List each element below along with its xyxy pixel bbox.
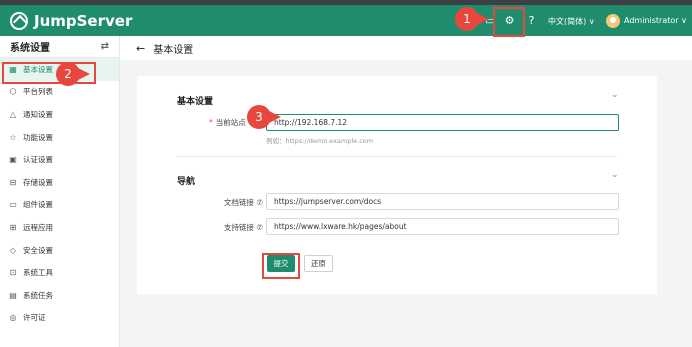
back-arrow-icon[interactable]: ← (136, 42, 145, 55)
bell-icon: △ (9, 109, 17, 119)
sidebar-item[interactable]: ⊡ 系统工具 (0, 261, 119, 284)
required-mark: * (208, 118, 213, 127)
sidebar-title: 系统设置 (10, 43, 50, 54)
collapse-toggle-icon[interactable]: ⇄ (101, 41, 109, 52)
sidebar-menu: ▦ 基本设置 ⬡ 平台列表 △ 通知设置 ☆ 功能设置 ▣ 认证设置 ⊟ 存储设置 ▭ 组件设置 ⊞ 远程应用… (0, 58, 119, 329)
collapse-nav-chevron-icon[interactable]: ⌄ (611, 170, 619, 180)
sidebar-item[interactable]: ▤ 系统任务 (0, 284, 119, 307)
sidebar-item[interactable]: ⊟ 存储设置 (0, 171, 119, 194)
page-title: 基本设置 (153, 44, 194, 56)
apps-icon: ⊞ (9, 222, 17, 232)
sidebar-item-label: 系统工具 (23, 268, 53, 278)
monitor-icon: ▭ (9, 200, 17, 210)
sidebar-item-label: 通知设置 (23, 109, 53, 119)
docs-link-input[interactable]: https://jumpserver.com/docs (266, 193, 619, 210)
id-card-icon: ▣ (9, 155, 17, 165)
shield-icon: ◇ (9, 245, 17, 255)
breadcrumb: ← 基本设置 (120, 36, 692, 60)
site-url-input[interactable]: http://192.168.7.12 (266, 114, 619, 131)
sidebar-item[interactable]: ⊞ 远程应用 (0, 216, 119, 239)
sidebar-item-label: 许可证 (23, 313, 46, 323)
jumpserver-logo-icon (10, 12, 28, 30)
settings-form-card: 基本设置 ⌄ * 当前站点 URL http://192.168.7.12 例如：… (137, 76, 657, 294)
sidebar-header: 系统设置 ⇄ (0, 36, 119, 58)
sidebar-item[interactable]: ☆ 功能设置 (0, 126, 119, 149)
highlight-box-settings (493, 7, 525, 37)
sidebar-item[interactable]: ▣ 认证设置 (0, 148, 119, 171)
top-navbar: JumpServer ▭ ⚙ ? 中文(简体) ∨ Administrator … (0, 5, 692, 36)
help-icon[interactable]: ? (525, 14, 538, 27)
sidebar-item-label: 认证设置 (23, 155, 53, 165)
section-title-nav: 导航 (177, 177, 196, 187)
sidebar-item-label: 功能设置 (23, 132, 53, 142)
support-link-input[interactable]: https://www.lxware.hk/pages/about (266, 218, 619, 235)
sidebar-item-label: 存储设置 (23, 177, 53, 187)
star-icon: ☆ (9, 132, 17, 142)
task-icon: ▤ (9, 290, 17, 300)
sidebar-item-label: 安全设置 (23, 245, 53, 255)
sidebar-item-label: 组件设置 (23, 200, 53, 210)
storage-icon: ⊟ (9, 177, 17, 187)
section-divider (177, 156, 617, 157)
highlight-box-submit (262, 253, 300, 279)
sidebar-item[interactable]: △ 通知设置 (0, 103, 119, 126)
sidebar-item-label: 平台列表 (23, 87, 53, 97)
sidebar-item[interactable]: ▭ 组件设置 (0, 194, 119, 217)
logo[interactable]: JumpServer (10, 12, 132, 30)
user-menu[interactable]: Administrator ∨ (624, 16, 687, 25)
reset-button[interactable]: 还原 (304, 255, 333, 272)
sidebar-item-label: 系统任务 (23, 290, 53, 300)
license-icon: ◎ (9, 313, 17, 323)
sidebar-item-label: 远程应用 (23, 222, 53, 232)
callout-1: 1 (455, 7, 479, 31)
sidebar-item[interactable]: ◇ 安全设置 (0, 239, 119, 262)
avatar[interactable] (606, 14, 620, 28)
cube-icon: ⬡ (9, 87, 17, 97)
callout-3: 3 (247, 105, 271, 129)
collapse-basic-chevron-icon[interactable]: ⌄ (611, 90, 619, 100)
sidebar-item[interactable]: ◎ 许可证 (0, 307, 119, 330)
docs-link-label: 文档链接 ⑦ (223, 198, 263, 207)
callout-2: 2 (56, 62, 80, 86)
support-link-label: 支持链接 ⑦ (223, 223, 263, 232)
toolbox-icon: ⊡ (9, 268, 17, 278)
site-url-hint: 例如：https://demo.example.com (266, 137, 374, 145)
section-title-basic: 基本设置 (177, 97, 214, 107)
language-selector[interactable]: 中文(简体) ∨ (548, 16, 595, 27)
app-name: JumpServer (34, 12, 133, 30)
